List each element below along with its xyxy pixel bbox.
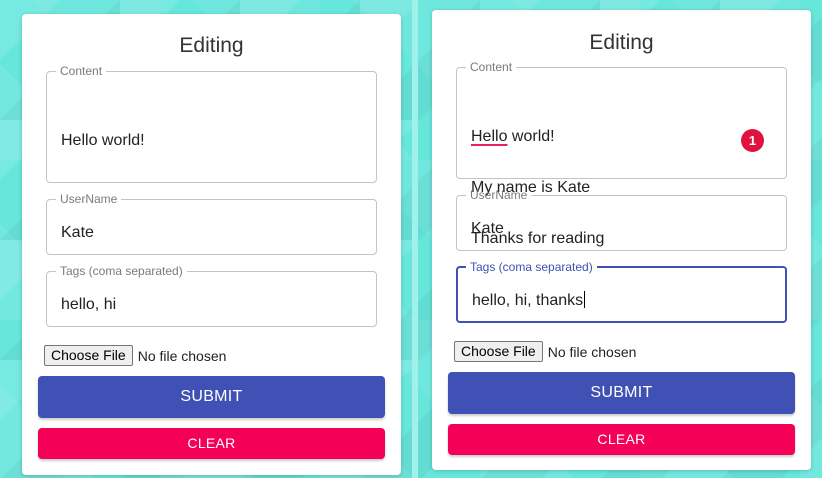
choose-file-button[interactable]: Choose File bbox=[44, 345, 133, 366]
form-title: Editing bbox=[589, 31, 654, 54]
choose-file-button[interactable]: Choose File bbox=[454, 341, 543, 362]
username-field[interactable]: UserName Kate bbox=[456, 189, 787, 251]
username-label: UserName bbox=[470, 188, 528, 202]
username-value: Kate bbox=[61, 224, 94, 241]
username-field[interactable]: UserName Kate bbox=[46, 193, 377, 255]
content-field[interactable]: Content Hello world! My name is Kate Tha… bbox=[456, 60, 787, 247]
content-label: Content bbox=[470, 60, 513, 74]
content-line: Hello world! bbox=[471, 128, 604, 145]
username-label: UserName bbox=[60, 192, 118, 206]
tags-label: Tags (coma separated) bbox=[470, 260, 593, 274]
text-cursor bbox=[584, 291, 586, 308]
editing-form-card: Editing Content Hello world! My name is … bbox=[432, 10, 811, 470]
file-status: No file chosen bbox=[137, 347, 227, 364]
submit-button[interactable]: SUBMIT bbox=[448, 372, 795, 414]
file-input[interactable]: Choose File No file chosen bbox=[454, 341, 636, 362]
content-label: Content bbox=[60, 64, 103, 78]
username-value: Kate bbox=[471, 220, 504, 237]
content-value: Hello world! bbox=[61, 98, 145, 183]
notification-badge[interactable]: 1 bbox=[741, 129, 764, 152]
tags-text: hello, hi, thanks bbox=[472, 292, 584, 309]
file-status: No file chosen bbox=[547, 343, 637, 360]
tags-field[interactable]: Tags (coma separated) hello, hi, thanks bbox=[456, 261, 787, 323]
content-line: Hello world! bbox=[61, 132, 145, 149]
clear-button[interactable]: CLEAR bbox=[448, 424, 795, 455]
file-input[interactable]: Choose File No file chosen bbox=[44, 345, 226, 366]
tags-value: hello, hi bbox=[61, 296, 117, 313]
tags-value: hello, hi, thanks bbox=[472, 291, 586, 309]
content-text: world! bbox=[507, 128, 555, 145]
tags-label: Tags (coma separated) bbox=[60, 264, 183, 278]
tags-field[interactable]: Tags (coma separated) hello, hi bbox=[46, 265, 377, 327]
spellcheck-word: Hello bbox=[471, 128, 508, 145]
submit-button[interactable]: SUBMIT bbox=[38, 376, 385, 418]
clear-button[interactable]: CLEAR bbox=[38, 428, 385, 459]
content-field[interactable]: Content Hello world! bbox=[46, 65, 377, 183]
editing-form-card: Editing Content Hello world! UserName Ka… bbox=[22, 14, 401, 475]
screenshot-divider bbox=[412, 0, 418, 478]
form-title: Editing bbox=[179, 34, 244, 57]
